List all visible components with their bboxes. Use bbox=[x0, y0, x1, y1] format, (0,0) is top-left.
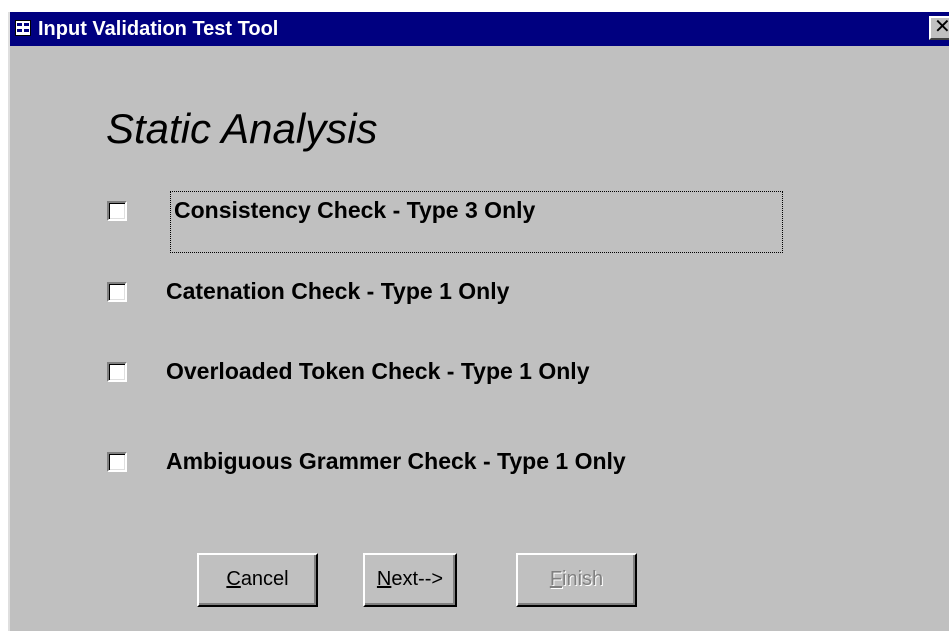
checkbox-catenation-check[interactable] bbox=[107, 282, 127, 302]
title-bar[interactable]: Input Validation Test Tool ✕ bbox=[10, 12, 949, 46]
next-label: ext--> bbox=[391, 568, 444, 590]
option-label[interactable]: Ambiguous Grammer Check - Type 1 Only bbox=[166, 445, 626, 477]
cancel-label: ancel bbox=[240, 568, 289, 590]
option-label[interactable]: Consistency Check - Type 3 Only bbox=[174, 194, 535, 226]
cancel-accelerator: C bbox=[226, 568, 241, 590]
checkbox-consistency-check[interactable] bbox=[107, 201, 127, 221]
form-icon bbox=[15, 20, 31, 36]
option-label[interactable]: Catenation Check - Type 1 Only bbox=[166, 275, 509, 307]
checkbox-overloaded-token-check[interactable] bbox=[107, 362, 127, 382]
next-accelerator: N bbox=[376, 568, 392, 590]
finish-button[interactable]: Finish bbox=[516, 553, 637, 607]
finish-label: inish bbox=[562, 568, 604, 590]
cancel-button[interactable]: Cancel bbox=[197, 553, 318, 607]
finish-accelerator: F bbox=[549, 568, 563, 590]
window-title: Input Validation Test Tool bbox=[38, 18, 279, 40]
close-icon[interactable]: ✕ bbox=[929, 16, 949, 40]
next-button[interactable]: Next--> bbox=[363, 553, 457, 607]
option-label[interactable]: Overloaded Token Check - Type 1 Only bbox=[166, 355, 590, 387]
checkbox-ambiguous-grammer-check[interactable] bbox=[107, 452, 127, 472]
page-title: Static Analysis bbox=[106, 105, 378, 152]
dialog-window: Input Validation Test Tool ✕ Static Anal… bbox=[8, 12, 949, 631]
